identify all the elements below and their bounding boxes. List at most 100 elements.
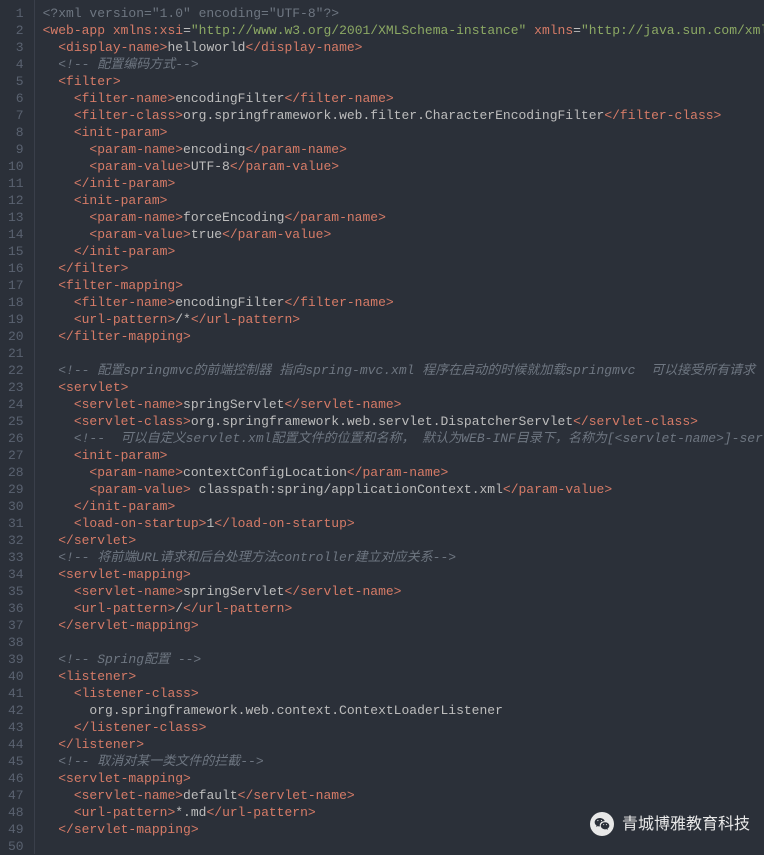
code-line: <param-value>true</param-value>: [43, 226, 764, 243]
code-line: <listener>: [43, 668, 764, 685]
line-number: 46: [8, 770, 24, 787]
line-number: 1: [8, 5, 24, 22]
code-line: </init-param>: [43, 243, 764, 260]
line-number: 12: [8, 192, 24, 209]
code-line: <init-param>: [43, 124, 764, 141]
line-number: 40: [8, 668, 24, 685]
line-number: 27: [8, 447, 24, 464]
line-number: 22: [8, 362, 24, 379]
line-number: 33: [8, 549, 24, 566]
line-number: 9: [8, 141, 24, 158]
watermark-text: 青城博雅教育科技: [622, 816, 750, 833]
line-number: 17: [8, 277, 24, 294]
line-number: 49: [8, 821, 24, 838]
code-line: <!-- Spring配置 -->: [43, 651, 764, 668]
line-number: 47: [8, 787, 24, 804]
line-number: 2: [8, 22, 24, 39]
line-gutter: 1234567891011121314151617181920212223242…: [0, 0, 35, 854]
code-line: </filter-mapping>: [43, 328, 764, 345]
line-number: 14: [8, 226, 24, 243]
line-number: 43: [8, 719, 24, 736]
code-line: <servlet-name>default</servlet-name>: [43, 787, 764, 804]
code-line: <load-on-startup>1</load-on-startup>: [43, 515, 764, 532]
line-number: 28: [8, 464, 24, 481]
code-line: <?xml version="1.0" encoding="UTF-8"?>: [43, 5, 764, 22]
line-number: 35: [8, 583, 24, 600]
code-line: <servlet-class>org.springframework.web.s…: [43, 413, 764, 430]
code-line: [43, 634, 764, 651]
code-line: <servlet-name>springServlet</servlet-nam…: [43, 583, 764, 600]
code-line: <filter-name>encodingFilter</filter-name…: [43, 90, 764, 107]
code-line: <servlet>: [43, 379, 764, 396]
line-number: 37: [8, 617, 24, 634]
code-editor: 1234567891011121314151617181920212223242…: [0, 0, 764, 854]
code-line: <filter-class>org.springframework.web.fi…: [43, 107, 764, 124]
code-line: <display-name>helloworld</display-name>: [43, 39, 764, 56]
line-number: 16: [8, 260, 24, 277]
line-number: 5: [8, 73, 24, 90]
line-number: 32: [8, 532, 24, 549]
line-number: 42: [8, 702, 24, 719]
line-number: 20: [8, 328, 24, 345]
code-line: </init-param>: [43, 175, 764, 192]
line-number: 31: [8, 515, 24, 532]
code-line: </listener>: [43, 736, 764, 753]
code-line: <!-- 将前端URL请求和后台处理方法controller建立对应关系-->: [43, 549, 764, 566]
line-number: 19: [8, 311, 24, 328]
wechat-icon: [590, 812, 614, 836]
line-number: 21: [8, 345, 24, 362]
code-line: <filter-mapping>: [43, 277, 764, 294]
code-line: <url-pattern>/</url-pattern>: [43, 600, 764, 617]
code-area[interactable]: <?xml version="1.0" encoding="UTF-8"?><w…: [35, 0, 764, 854]
code-line: <!-- 配置springmvc的前端控制器 指向spring-mvc.xml …: [43, 362, 764, 379]
code-line: [43, 838, 764, 855]
line-number: 36: [8, 600, 24, 617]
line-number: 6: [8, 90, 24, 107]
line-number: 8: [8, 124, 24, 141]
line-number: 24: [8, 396, 24, 413]
code-line: <param-name>encoding</param-name>: [43, 141, 764, 158]
line-number: 4: [8, 56, 24, 73]
line-number: 7: [8, 107, 24, 124]
code-line: <filter-name>encodingFilter</filter-name…: [43, 294, 764, 311]
line-number: 25: [8, 413, 24, 430]
line-number: 44: [8, 736, 24, 753]
line-number: 26: [8, 430, 24, 447]
line-number: 23: [8, 379, 24, 396]
code-line: <init-param>: [43, 192, 764, 209]
code-line: <servlet-mapping>: [43, 566, 764, 583]
line-number: 48: [8, 804, 24, 821]
code-line: </servlet>: [43, 532, 764, 549]
code-line: <param-value> classpath:spring/applicati…: [43, 481, 764, 498]
line-number: 15: [8, 243, 24, 260]
code-line: <param-name>forceEncoding</param-name>: [43, 209, 764, 226]
code-line: <filter>: [43, 73, 764, 90]
code-line: <param-value>UTF-8</param-value>: [43, 158, 764, 175]
line-number: 11: [8, 175, 24, 192]
code-line: <!-- 可以自定义servlet.xml配置文件的位置和名称， 默认为WEB-…: [43, 430, 764, 447]
code-line: </init-param>: [43, 498, 764, 515]
code-line: <!-- 取消对某一类文件的拦截-->: [43, 753, 764, 770]
line-number: 30: [8, 498, 24, 515]
code-line: </filter>: [43, 260, 764, 277]
code-line: org.springframework.web.context.ContextL…: [43, 702, 764, 719]
code-line: <!-- 配置编码方式-->: [43, 56, 764, 73]
code-line: <web-app xmlns:xsi="http://www.w3.org/20…: [43, 22, 764, 39]
line-number: 39: [8, 651, 24, 668]
code-line: <servlet-mapping>: [43, 770, 764, 787]
code-line: <init-param>: [43, 447, 764, 464]
line-number: 18: [8, 294, 24, 311]
line-number: 13: [8, 209, 24, 226]
watermark: 青城博雅教育科技: [590, 812, 750, 836]
line-number: 34: [8, 566, 24, 583]
line-number: 10: [8, 158, 24, 175]
line-number: 3: [8, 39, 24, 56]
line-number: 50: [8, 838, 24, 855]
code-line: <param-name>contextConfigLocation</param…: [43, 464, 764, 481]
code-line: </servlet-mapping>: [43, 617, 764, 634]
code-line: <url-pattern>/*</url-pattern>: [43, 311, 764, 328]
code-line: [43, 345, 764, 362]
code-line: </listener-class>: [43, 719, 764, 736]
line-number: 29: [8, 481, 24, 498]
line-number: 38: [8, 634, 24, 651]
